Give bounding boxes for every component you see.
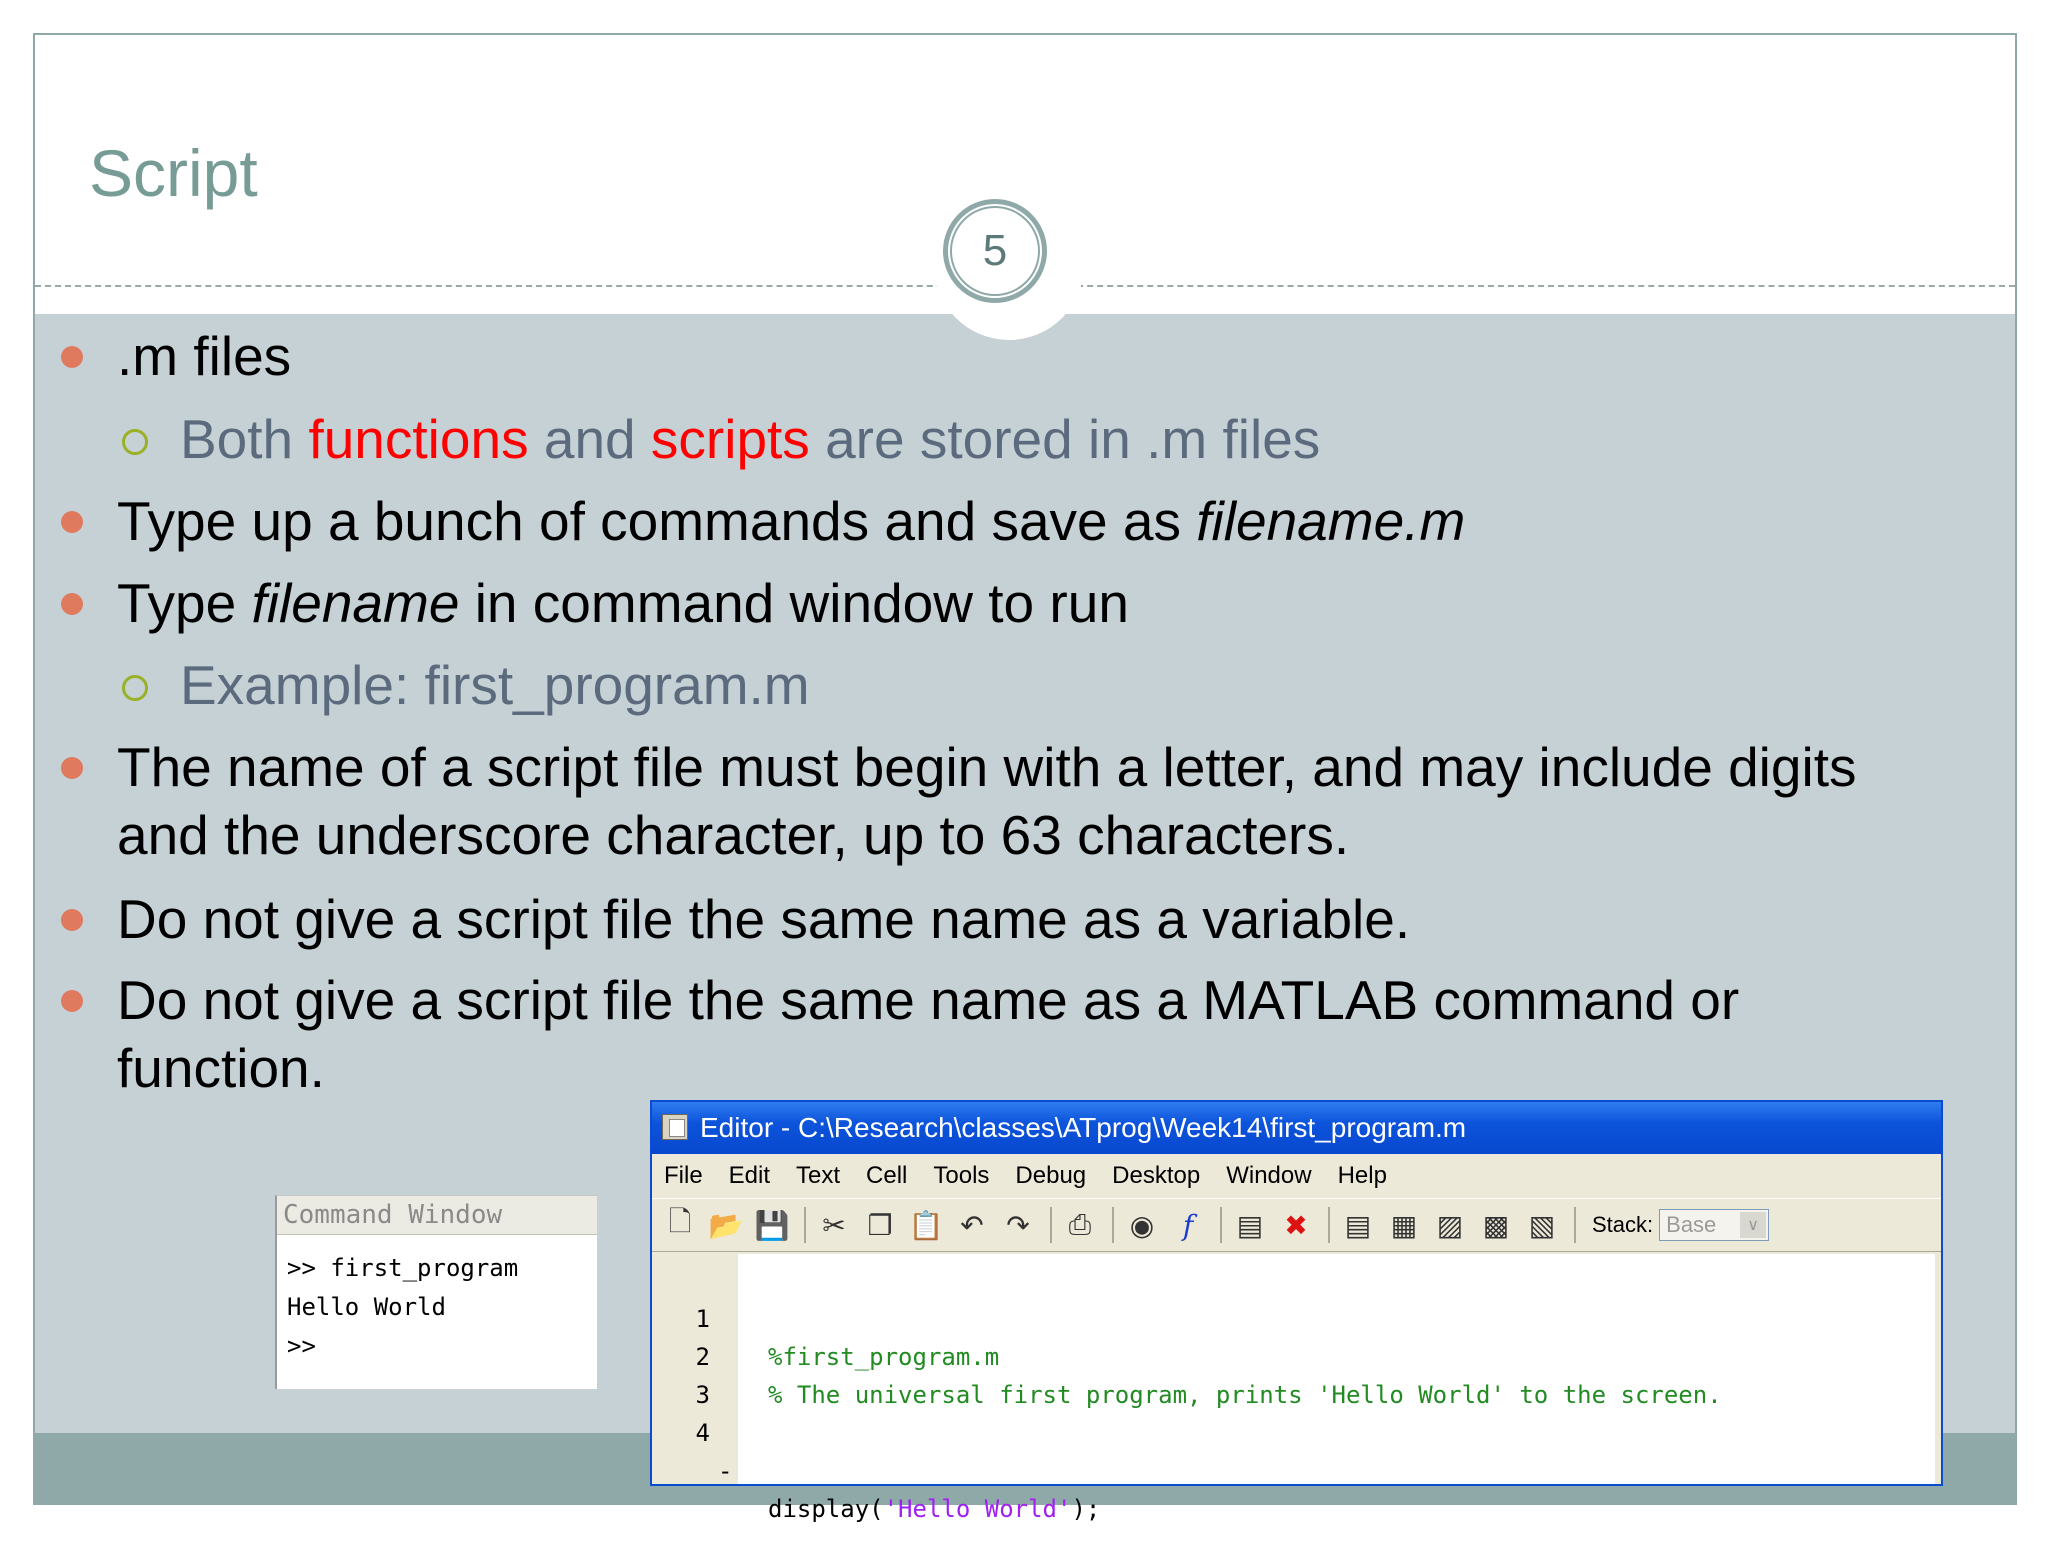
open-folder-icon[interactable]: 📂	[708, 1207, 744, 1243]
step-icon[interactable]: ▤	[1340, 1207, 1376, 1243]
set-breakpoint-icon[interactable]: ▤	[1232, 1207, 1268, 1243]
command-window-output[interactable]: >> first_program Hello World >>	[277, 1235, 597, 1380]
continue-icon[interactable]: ▩	[1478, 1207, 1514, 1243]
bullet-command: Do not give a script file the same name …	[61, 966, 1977, 1102]
slide-number: 5	[950, 206, 1040, 296]
cut-icon[interactable]: ✂	[816, 1207, 852, 1243]
save-icon[interactable]: 💾	[754, 1207, 790, 1243]
toolbar-separator	[1112, 1207, 1114, 1243]
toolbar-separator	[1050, 1207, 1052, 1243]
menu-tools[interactable]: Tools	[933, 1162, 989, 1190]
editor-toolbar: 🗋 📂 💾 ✂ ❐ 📋 ↶ ↷ ⎙ ◉ f ▤ ✖ ▤ ▦ ▨ ▩ ▧ Stac…	[652, 1198, 1941, 1252]
print-icon[interactable]: ⎙	[1062, 1207, 1098, 1243]
editor-menu-bar: File Edit Text Cell Tools Debug Desktop …	[652, 1154, 1941, 1198]
output-line: Hello World	[287, 1293, 446, 1321]
step-in-icon[interactable]: ▦	[1386, 1207, 1422, 1243]
breakpoint-marker[interactable]: -	[718, 1452, 732, 1490]
menu-desktop[interactable]: Desktop	[1112, 1162, 1200, 1190]
bullet-variable: Do not give a script file the same name …	[61, 885, 1977, 953]
stack-select[interactable]: Base ∨	[1659, 1209, 1770, 1241]
toolbar-separator	[804, 1207, 806, 1243]
command-window-title: Command Window	[277, 1196, 597, 1235]
toolbar-separator	[1328, 1207, 1330, 1243]
editor-window: Editor - C:\Research\classes\ATprog\Week…	[650, 1100, 1943, 1523]
clear-breakpoint-icon[interactable]: ✖	[1278, 1207, 1314, 1243]
bullet-run: Type filename in command window to run	[61, 569, 1977, 637]
bullet-dot-icon	[61, 593, 83, 615]
bullet-m-files: .m files	[61, 322, 1977, 390]
bullet-dot-icon	[61, 511, 83, 533]
menu-debug[interactable]: Debug	[1015, 1162, 1086, 1190]
function-icon[interactable]: f	[1170, 1207, 1206, 1243]
editor-code-area[interactable]: 1 %first_program.m 2 % The universal fir…	[658, 1254, 1935, 1523]
step-out-icon[interactable]: ▨	[1432, 1207, 1468, 1243]
new-file-icon[interactable]: 🗋	[662, 1206, 698, 1243]
editor-title-bar[interactable]: Editor - C:\Research\classes\ATprog\Week…	[652, 1102, 1941, 1154]
editor-title: Editor - C:\Research\classes\ATprog\Week…	[700, 1112, 1467, 1143]
command-window: Command Window >> first_program Hello Wo…	[275, 1195, 597, 1389]
chevron-down-icon[interactable]: ∨	[1740, 1212, 1767, 1238]
menu-edit[interactable]: Edit	[729, 1162, 770, 1190]
menu-cell[interactable]: Cell	[866, 1162, 907, 1190]
bullet-dot-icon	[61, 909, 83, 931]
toolbar-separator	[1574, 1207, 1576, 1243]
paste-icon[interactable]: 📋	[908, 1207, 944, 1243]
toolbar-separator	[1220, 1207, 1222, 1243]
menu-file[interactable]: File	[664, 1162, 703, 1190]
bullet-dot-icon	[61, 990, 83, 1012]
sub-bullet-stored: Both functions and scripts are stored in…	[122, 405, 1320, 473]
bullet-naming: The name of a script file must begin wit…	[61, 733, 1977, 869]
sub-bullet-ring-icon	[122, 675, 148, 701]
editor-app-icon[interactable]	[662, 1114, 688, 1140]
menu-window[interactable]: Window	[1226, 1162, 1311, 1190]
find-icon[interactable]: ◉	[1124, 1207, 1160, 1243]
bullet-dot-icon	[61, 346, 83, 368]
exit-debug-icon[interactable]: ▧	[1524, 1207, 1560, 1243]
sub-bullet-ring-icon	[122, 429, 148, 455]
copy-icon[interactable]: ❐	[862, 1207, 898, 1243]
redo-icon[interactable]: ↷	[1000, 1207, 1036, 1243]
menu-help[interactable]: Help	[1338, 1162, 1387, 1190]
stack-label: Stack:	[1592, 1212, 1654, 1237]
undo-icon[interactable]: ↶	[954, 1207, 990, 1243]
code-line-4: 4 - display('Hello World');	[695, 1419, 1101, 1523]
bullet-dot-icon	[61, 757, 83, 779]
bullet-save-as: Type up a bunch of commands and save as …	[61, 487, 1977, 555]
prompt-line: >>	[287, 1332, 316, 1360]
sub-bullet-example: Example: first_program.m	[122, 651, 810, 719]
slide-title: Script	[89, 136, 258, 210]
menu-text[interactable]: Text	[796, 1162, 840, 1190]
command-line: >> first_program	[287, 1254, 519, 1282]
